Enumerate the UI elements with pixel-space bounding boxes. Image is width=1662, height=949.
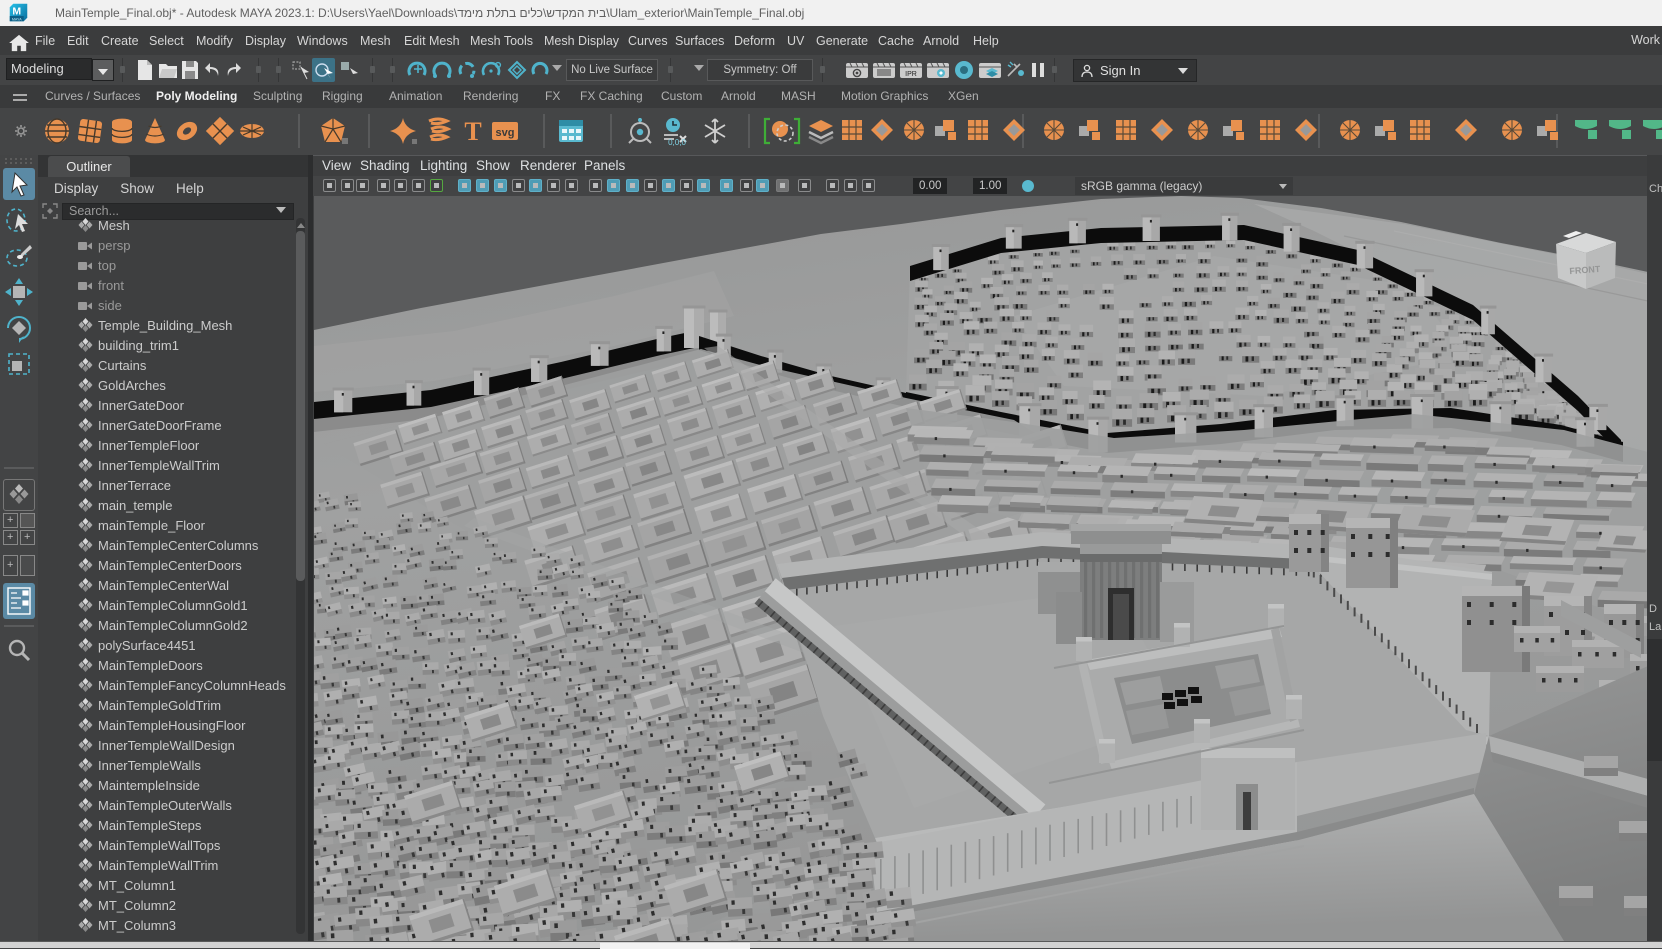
svg-text:svg: svg: [496, 127, 515, 139]
svg-text:MAYA: MAYA: [12, 17, 22, 21]
svg-text:T: T: [464, 117, 481, 146]
svg-text:IPR: IPR: [905, 71, 917, 78]
svg-text:M: M: [12, 5, 21, 17]
svg-text:0,0,0: 0,0,0: [668, 138, 686, 146]
